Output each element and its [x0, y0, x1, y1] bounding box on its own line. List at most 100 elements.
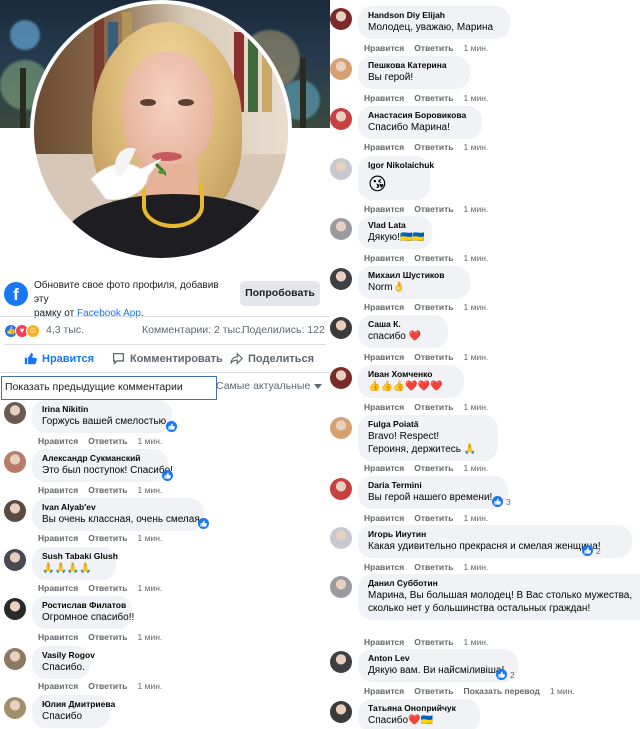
commenter-avatar[interactable] — [330, 58, 352, 80]
like-comment-link[interactable]: Нравится — [364, 43, 404, 53]
like-comment-link[interactable]: Нравится — [364, 204, 404, 214]
comment-time[interactable]: 1 мин. — [138, 533, 163, 543]
commenter-name[interactable]: Саша К. — [368, 319, 438, 330]
comment-time[interactable]: 1 мин. — [464, 43, 489, 53]
commenter-avatar[interactable] — [4, 500, 26, 522]
commenter-name[interactable]: Vasily Rogov — [42, 650, 95, 661]
commenter-name[interactable]: Ростислав Филатов — [42, 600, 126, 611]
comment-reaction-badge[interactable]: 2 — [496, 668, 515, 681]
like-comment-link[interactable]: Нравится — [364, 562, 404, 572]
reply-link[interactable]: Ответить — [414, 352, 453, 362]
commenter-name[interactable]: Татьяна Оноприйчук — [368, 703, 470, 714]
commenter-name[interactable]: Данил Субботин — [368, 578, 640, 589]
commenter-avatar[interactable] — [4, 451, 26, 473]
comment-bubble[interactable]: Пешкова Катерина Вы герой! — [358, 56, 470, 89]
reply-link[interactable]: Ответить — [414, 463, 453, 473]
comment-time[interactable]: 1 мин. — [464, 463, 489, 473]
reply-link[interactable]: Ответить — [414, 142, 453, 152]
reply-link[interactable]: Ответить — [88, 533, 127, 543]
like-comment-link[interactable]: Нравится — [364, 637, 404, 647]
commenter-avatar[interactable] — [330, 651, 352, 673]
commenter-name[interactable]: Sush Tabaki Glush — [42, 551, 118, 562]
comment-time[interactable]: 1 мин. — [138, 485, 163, 495]
like-comment-link[interactable]: Нравится — [364, 302, 404, 312]
share-count[interactable]: Поделились: 122 — [242, 324, 325, 336]
commenter-name[interactable]: Ivan Alyab'ev — [42, 502, 194, 513]
like-comment-link[interactable]: Нравится — [364, 142, 404, 152]
commenter-avatar[interactable] — [330, 478, 352, 500]
comment-bubble[interactable]: Ростислав Филатов Огромное спасибо!! — [32, 596, 134, 629]
commenter-avatar[interactable] — [4, 598, 26, 620]
comment-bubble[interactable]: Иван Хомченко 👍👍👍❤️❤️❤️ — [358, 365, 464, 398]
comment-time[interactable]: 1 мин. — [464, 302, 489, 312]
reply-link[interactable]: Ответить — [414, 402, 453, 412]
like-comment-link[interactable]: Нравится — [38, 485, 78, 495]
comment-bubble[interactable]: Юлия Дмитриева Спасибо — [32, 695, 115, 728]
reply-link[interactable]: Ответить — [414, 637, 453, 647]
commenter-avatar[interactable] — [330, 367, 352, 389]
like-button[interactable]: Нравится — [24, 352, 94, 365]
comment-bubble[interactable]: Александр Сукманский Это был поступок! Сп… — [32, 449, 173, 482]
comment-reaction-badge[interactable]: 2 — [582, 544, 601, 557]
commenter-avatar[interactable] — [330, 268, 352, 290]
comment-bubble[interactable]: Vasily Rogov Спасибо. — [32, 646, 95, 679]
commenter-name[interactable]: Vlad Lata — [368, 220, 422, 231]
reply-link[interactable]: Ответить — [414, 93, 453, 103]
commenter-avatar[interactable] — [330, 8, 352, 30]
commenter-avatar[interactable] — [330, 417, 352, 439]
comment-reaction-badge[interactable]: 3 — [492, 495, 511, 508]
reply-link[interactable]: Ответить — [414, 204, 453, 214]
comment-time[interactable]: 1 мин. — [464, 402, 489, 412]
translate-link[interactable]: Показать перевод — [464, 686, 540, 696]
comment-bubble[interactable]: Fulga Poiată Bravo! Respect! Героиня, держ… — [358, 415, 498, 461]
comment-reaction-badge[interactable] — [166, 420, 177, 433]
try-frame-button[interactable]: Попробовать — [240, 281, 320, 306]
reply-link[interactable]: Ответить — [414, 686, 453, 696]
like-comment-link[interactable]: Нравится — [38, 533, 78, 543]
like-comment-link[interactable]: Нравится — [364, 513, 404, 523]
commenter-name[interactable]: Пешкова Катерина — [368, 60, 460, 71]
commenter-avatar[interactable] — [4, 648, 26, 670]
reply-link[interactable]: Ответить — [414, 253, 453, 263]
reply-link[interactable]: Ответить — [88, 485, 127, 495]
commenter-name[interactable]: Fulga Poiată — [368, 419, 488, 430]
reply-link[interactable]: Ответить — [414, 513, 453, 523]
comment-bubble[interactable]: Ivan Alyab'ev Вы очень классная, очень см… — [32, 498, 204, 531]
reply-link[interactable]: Ответить — [88, 632, 127, 642]
commenter-name[interactable]: Игорь Ииутин — [368, 529, 622, 540]
commenter-avatar[interactable] — [4, 697, 26, 719]
comment-bubble[interactable]: Vlad Lata Дякую!🇺🇦🇺🇦 — [358, 216, 432, 249]
comment-bubble[interactable]: Анастасия Боровикова Спасибо Марина! — [358, 106, 482, 139]
comment-time[interactable]: 1 мин. — [464, 352, 489, 362]
commenter-avatar[interactable] — [330, 701, 352, 723]
comment-count[interactable]: Комментарии: 2 тыс. — [142, 324, 243, 336]
like-comment-link[interactable]: Нравится — [38, 681, 78, 691]
commenter-avatar[interactable] — [330, 108, 352, 130]
reaction-count[interactable]: 4,3 тыс. — [46, 324, 84, 336]
like-comment-link[interactable]: Нравится — [364, 686, 404, 696]
comment-bubble[interactable]: Sush Tabaki Glush 🙏🙏🙏🙏 — [32, 547, 118, 580]
commenter-avatar[interactable] — [4, 402, 26, 424]
commenter-name[interactable]: Анастасия Боровикова — [368, 110, 472, 121]
reply-link[interactable]: Ответить — [88, 583, 127, 593]
comment-bubble[interactable]: Daria Termini Вы герой нашего времени! — [358, 476, 508, 509]
comment-time[interactable]: 1 мин. — [464, 637, 489, 647]
like-comment-link[interactable]: Нравится — [38, 583, 78, 593]
comment-time[interactable]: 1 мин. — [550, 686, 575, 696]
like-comment-link[interactable]: Нравится — [364, 463, 404, 473]
facebook-app-link[interactable]: Facebook App — [77, 308, 141, 319]
commenter-name[interactable]: Александр Сукманский — [42, 453, 158, 464]
like-comment-link[interactable]: Нравится — [364, 253, 404, 263]
profile-avatar[interactable] — [30, 0, 292, 262]
reply-link[interactable]: Ответить — [414, 562, 453, 572]
comment-bubble[interactable]: Anton Lev Дякую вам. Ви найсміливіша! — [358, 649, 518, 682]
reply-link[interactable]: Ответить — [88, 681, 127, 691]
comment-bubble[interactable]: Данил Субботин Марина, Вы большая молодец… — [358, 574, 640, 620]
commenter-avatar[interactable] — [330, 576, 352, 598]
commenter-name[interactable]: Igor Nikolaichuk — [368, 160, 434, 171]
comment-time[interactable]: 1 мин. — [138, 436, 163, 446]
comment-button[interactable]: Комментировать — [112, 352, 223, 365]
commenter-avatar[interactable] — [330, 527, 352, 549]
comment-time[interactable]: 1 мин. — [464, 253, 489, 263]
commenter-avatar[interactable] — [330, 158, 352, 180]
